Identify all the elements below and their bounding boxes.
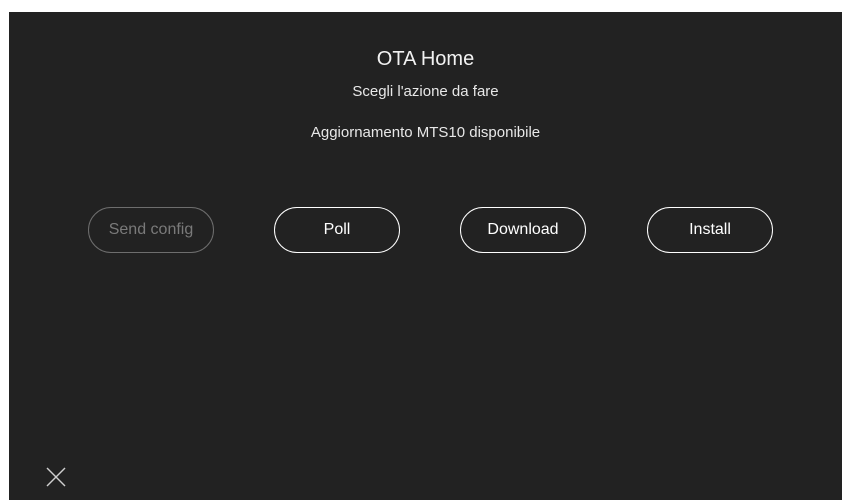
install-button[interactable]: Install: [647, 207, 773, 253]
ota-screen: OTA Home Scegli l'azione da fare Aggiorn…: [9, 12, 842, 500]
close-icon: [46, 467, 66, 487]
install-button-label: Install: [689, 221, 731, 238]
send-config-button-label: Send config: [108, 221, 194, 238]
page-title: OTA Home: [376, 48, 475, 70]
send-config-button[interactable]: Send config: [88, 207, 214, 253]
update-status-text: Aggiornamento MTS10 disponibile: [310, 124, 541, 141]
page-subtitle: Scegli l'azione da fare: [352, 83, 499, 100]
close-button[interactable]: [45, 466, 67, 488]
download-button-label: Download: [487, 221, 559, 238]
poll-button[interactable]: Poll: [274, 207, 400, 253]
poll-button-label: Poll: [323, 221, 351, 238]
download-button[interactable]: Download: [460, 207, 586, 253]
